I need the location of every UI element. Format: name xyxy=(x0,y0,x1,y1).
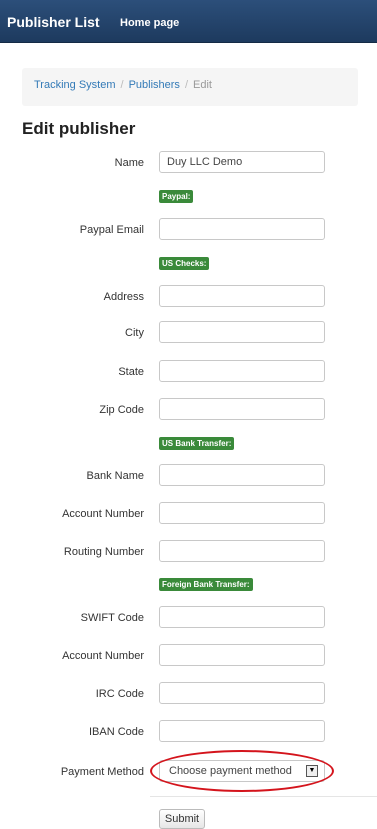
state-input[interactable] xyxy=(159,360,325,382)
form-divider xyxy=(150,796,377,797)
foreign-bank-transfer-section-badge: Foreign Bank Transfer: xyxy=(159,578,253,591)
account-number-us-label: Account Number xyxy=(62,508,144,520)
breadcrumb-edit: Edit xyxy=(193,79,212,91)
routing-number-label: Routing Number xyxy=(63,546,144,558)
swift-code-input[interactable] xyxy=(159,606,325,628)
brand-link[interactable]: Publisher List xyxy=(7,14,100,30)
breadcrumb-separator: / xyxy=(184,79,188,91)
account-number-foreign-input[interactable] xyxy=(159,644,325,666)
bank-name-input[interactable] xyxy=(159,464,325,486)
breadcrumb-tracking-system[interactable]: Tracking System xyxy=(34,79,116,91)
state-label: State xyxy=(118,366,144,378)
iban-code-label: IBAN Code xyxy=(88,726,144,738)
payment-method-label: Payment Method xyxy=(60,766,144,778)
us-checks-section-badge: US Checks: xyxy=(159,257,210,270)
address-input[interactable] xyxy=(159,285,325,307)
irc-code-input[interactable] xyxy=(159,682,325,704)
city-label: City xyxy=(125,327,144,339)
iban-code-input[interactable] xyxy=(159,720,325,742)
nav-home-link[interactable]: Home page xyxy=(120,17,179,29)
routing-number-input[interactable] xyxy=(159,540,325,562)
zip-code-label: Zip Code xyxy=(99,404,144,416)
bank-name-label: Bank Name xyxy=(86,470,144,482)
submit-button[interactable]: Submit xyxy=(159,809,205,829)
name-input[interactable] xyxy=(159,151,325,173)
page-title: Edit publisher xyxy=(22,119,136,138)
account-number-us-input[interactable] xyxy=(159,502,325,524)
city-input[interactable] xyxy=(159,321,325,343)
paypal-email-input[interactable] xyxy=(159,218,325,240)
account-number-foreign-label: Account Number xyxy=(62,650,144,662)
us-bank-transfer-section-badge: US Bank Transfer: xyxy=(159,437,235,450)
swift-code-label: SWIFT Code xyxy=(80,612,144,624)
breadcrumb-publishers[interactable]: Publishers xyxy=(129,79,180,91)
paypal-section-badge: Paypal: xyxy=(159,190,194,203)
paypal-email-label: Paypal Email xyxy=(79,224,144,236)
irc-code-label: IRC Code xyxy=(95,688,144,700)
navbar: Publisher List Home page xyxy=(0,0,377,43)
breadcrumb-separator: / xyxy=(120,79,124,91)
highlight-annotation xyxy=(150,750,334,792)
address-label: Address xyxy=(103,291,144,303)
name-label: Name xyxy=(114,157,144,169)
zip-code-input[interactable] xyxy=(159,398,325,420)
breadcrumb: Tracking System / Publishers / Edit xyxy=(22,68,358,106)
